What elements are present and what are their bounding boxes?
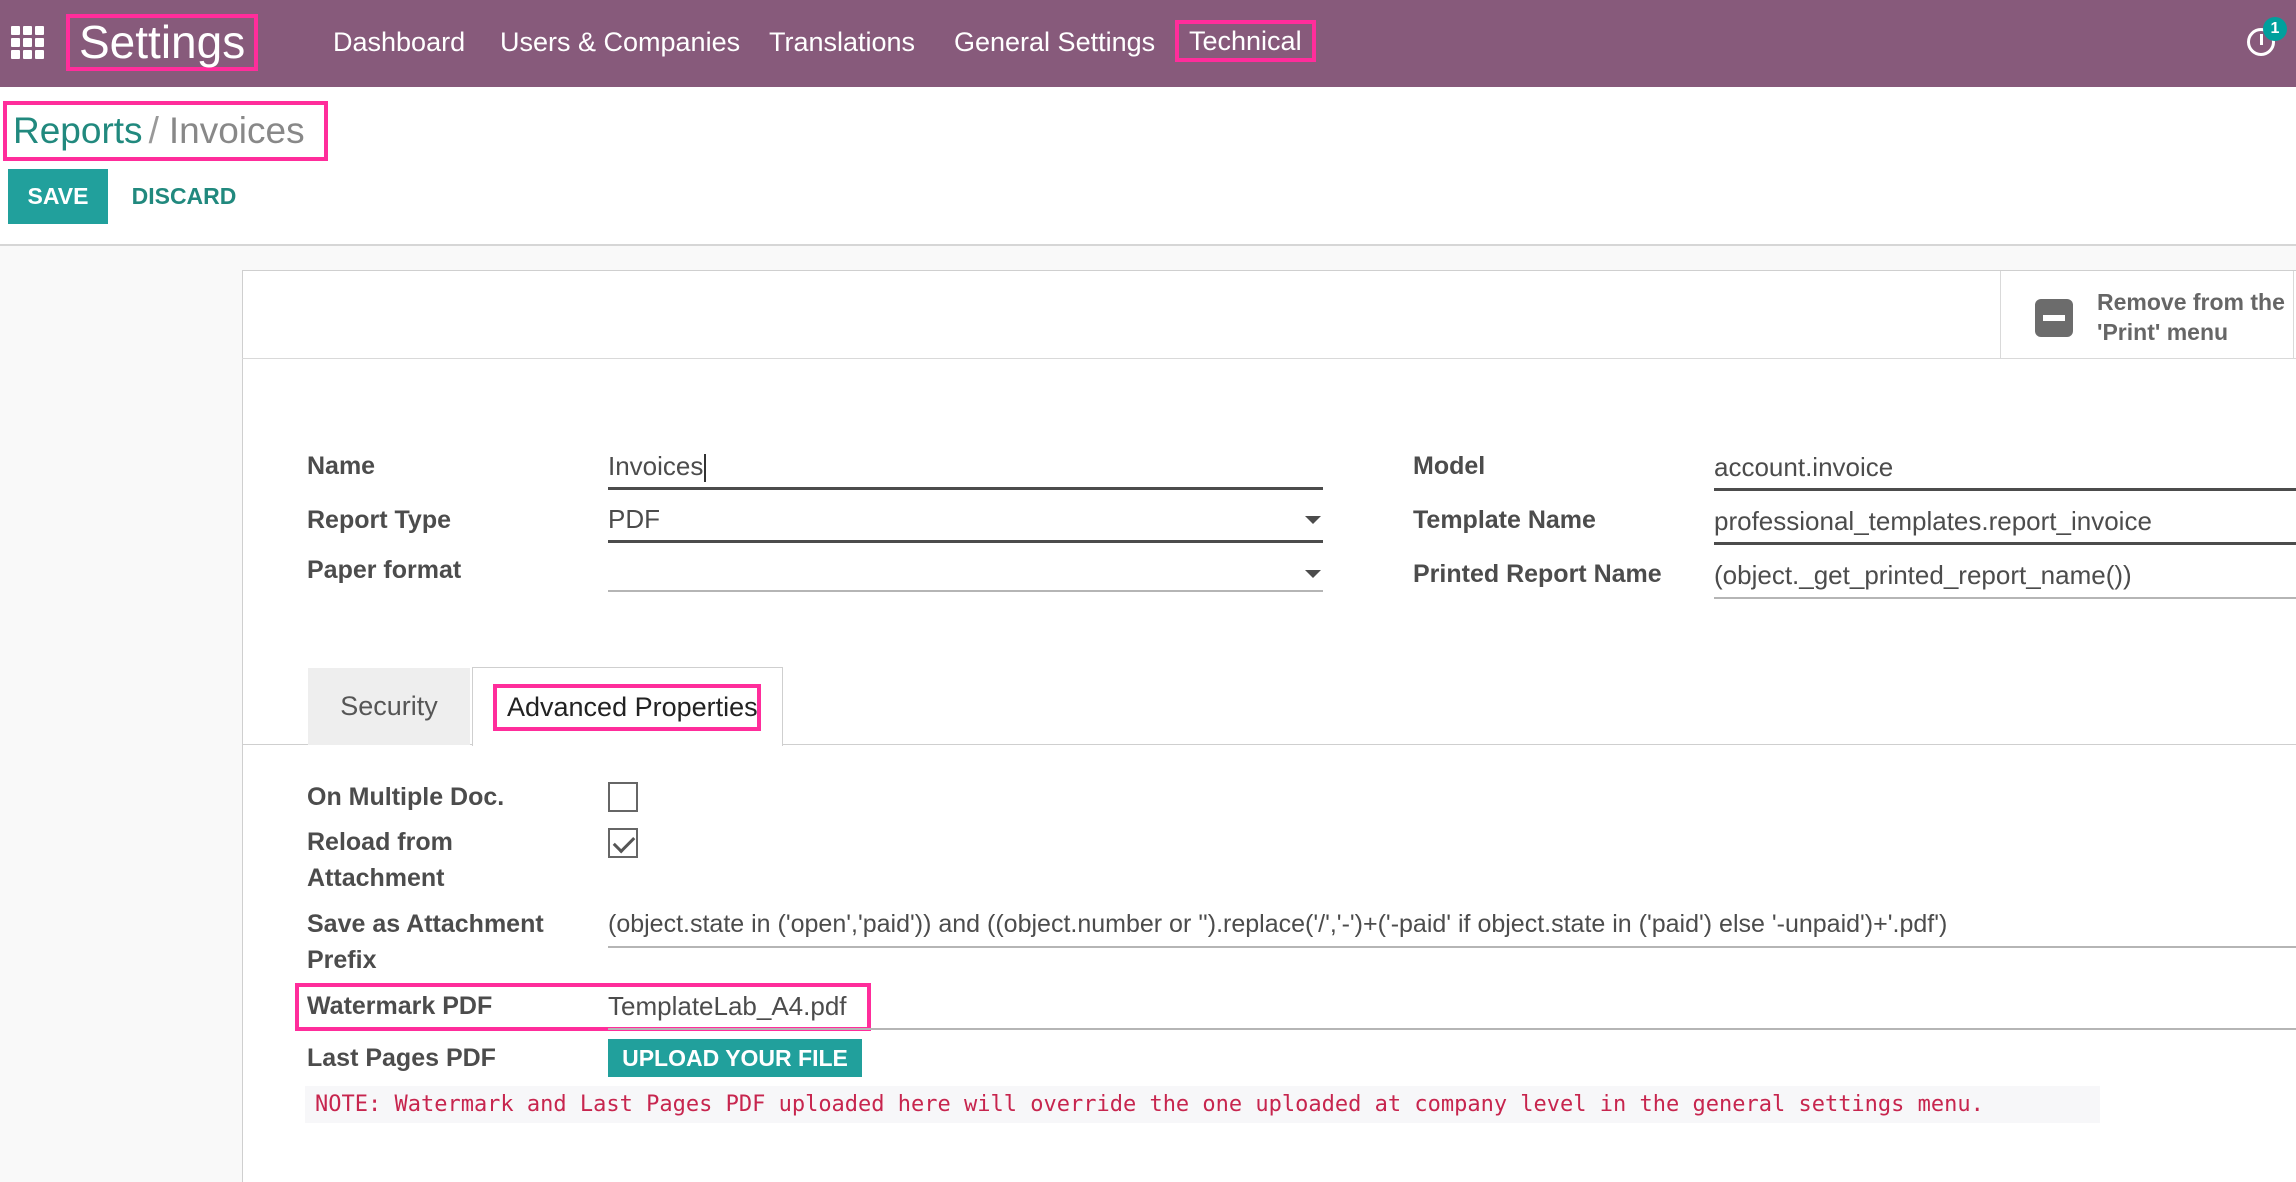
paper-format-dropdown-icon[interactable] <box>1305 570 1321 578</box>
activity-count-badge: 1 <box>2263 17 2287 41</box>
tab-advanced-properties[interactable]: Advanced Properties <box>472 667 783 746</box>
attachment-prefix-value: (object.state in ('open','paid')) and ((… <box>608 910 1948 938</box>
app-brand-title: Settings <box>66 14 258 71</box>
attachment-prefix-label-2: Prefix <box>307 946 377 974</box>
breadcrumb: Reports / Invoices <box>3 101 328 161</box>
remove-from-print-menu-label: Remove from the 'Print' menu <box>2097 289 2285 345</box>
remove-from-print-menu-button[interactable]: Remove from the 'Print' menu <box>2000 271 2294 358</box>
menu-general-settings[interactable]: General Settings <box>954 0 1155 87</box>
paper-format-select[interactable] <box>608 552 1323 592</box>
breadcrumb-current: Invoices <box>168 110 305 151</box>
report-type-select[interactable]: PDF <box>608 503 1323 543</box>
apps-grid-icon[interactable] <box>9 24 45 60</box>
button-box <box>242 270 2296 359</box>
on-multiple-doc-label: On Multiple Doc. <box>307 783 505 811</box>
printed-report-name-label: Printed Report Name <box>1413 560 1662 588</box>
discard-button[interactable]: DISCARD <box>120 169 248 224</box>
tab-security[interactable]: Security <box>308 668 470 745</box>
printed-report-name-value: (object._get_printed_report_name()) <box>1714 560 2132 590</box>
name-input[interactable]: Invoices <box>608 450 1323 490</box>
model-label: Model <box>1413 452 1486 480</box>
breadcrumb-reports-link[interactable]: Reports <box>13 110 143 151</box>
save-button[interactable]: SAVE <box>8 169 108 224</box>
menu-translations[interactable]: Translations <box>769 0 915 87</box>
minus-square-icon <box>2035 299 2073 337</box>
watermark-pdf-label: Watermark PDF <box>307 992 493 1020</box>
upload-file-button[interactable]: UPLOAD YOUR FILE <box>608 1039 862 1077</box>
attachment-prefix-label-1: Save as Attachment <box>307 910 544 938</box>
name-label: Name <box>307 452 376 480</box>
menu-technical[interactable]: Technical <box>1175 20 1316 62</box>
reload-from-attachment-label-2: Attachment <box>307 864 445 892</box>
watermark-pdf-value: TemplateLab_A4.pdf <box>608 991 847 1021</box>
on-multiple-doc-checkbox[interactable] <box>608 782 638 812</box>
tab-advanced-properties-label: Advanced Properties <box>493 684 761 731</box>
last-pages-pdf-label: Last Pages PDF <box>307 1044 496 1072</box>
report-type-label: Report Type <box>307 506 451 534</box>
text-cursor <box>704 454 707 483</box>
menu-dashboard[interactable]: Dashboard <box>333 0 465 87</box>
paper-format-label: Paper format <box>307 556 462 584</box>
model-value: account.invoice <box>1714 452 1894 482</box>
attachment-prefix-input[interactable]: (object.state in ('open','paid')) and ((… <box>608 908 2296 948</box>
template-name-field[interactable]: professional_templates.report_invoice <box>1714 505 2296 545</box>
report-type-value: PDF <box>608 504 660 534</box>
override-note: NOTE: Watermark and Last Pages PDF uploa… <box>305 1086 2100 1123</box>
printed-report-name-field[interactable]: (object._get_printed_report_name()) <box>1714 559 2296 599</box>
watermark-pdf-field[interactable]: TemplateLab_A4.pdf <box>608 990 2296 1030</box>
report-type-dropdown-icon[interactable] <box>1305 516 1321 524</box>
menu-users-companies[interactable]: Users & Companies <box>500 0 740 87</box>
model-field[interactable]: account.invoice <box>1714 451 2296 491</box>
name-value: Invoices <box>608 451 704 481</box>
reload-from-attachment-label-1: Reload from <box>307 828 453 856</box>
template-name-value: professional_templates.report_invoice <box>1714 506 2152 536</box>
reload-from-attachment-checkbox[interactable] <box>608 828 638 858</box>
template-name-label: Template Name <box>1413 506 1596 534</box>
breadcrumb-separator: / <box>148 110 159 151</box>
